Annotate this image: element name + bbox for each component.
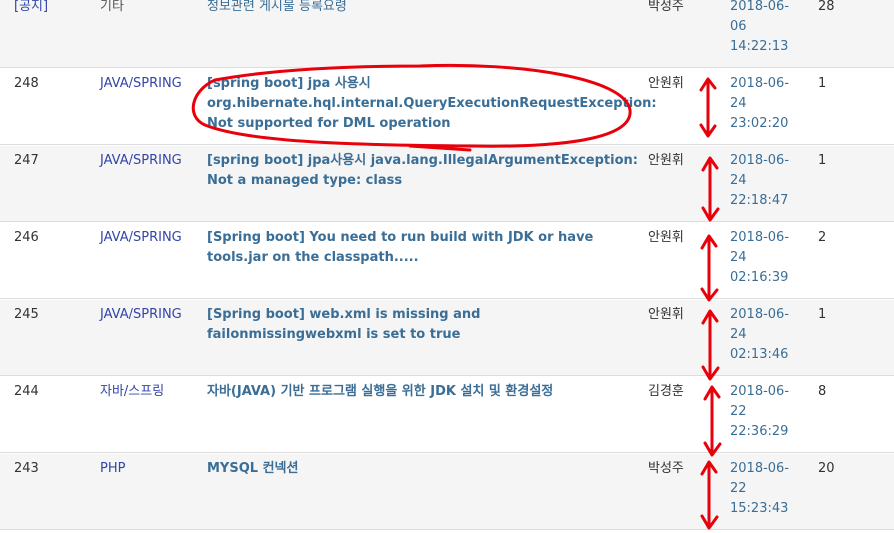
post-author: 안원휘 — [648, 76, 684, 91]
table-row: 247 JAVA/SPRING [spring boot] jpa사용시 jav… — [0, 146, 894, 222]
post-title-link[interactable]: [Spring boot] You need to run build with… — [207, 228, 639, 268]
post-category-link[interactable]: JAVA/SPRING — [100, 74, 182, 94]
post-category-link[interactable]: 기타 — [100, 0, 124, 17]
post-number: [공지] — [14, 0, 49, 14]
post-date: 2018-06- 24 23:02:20 — [730, 76, 790, 131]
post-number: 244 — [14, 384, 39, 399]
post-hits: 8 — [818, 384, 827, 399]
table-row: 248 JAVA/SPRING [spring boot] jpa 사용시 or… — [0, 69, 894, 145]
post-hits: 2 — [818, 230, 827, 245]
post-number: 247 — [14, 153, 39, 168]
post-date: 2018-06- 24 02:16:39 — [730, 230, 790, 285]
post-hits: 1 — [818, 76, 827, 91]
post-date: 2018-06- 06 14:22:13 — [730, 0, 790, 54]
post-number: 246 — [14, 230, 39, 245]
table-row: 246 JAVA/SPRING [Spring boot] You need t… — [0, 223, 894, 299]
post-title-link[interactable]: 정보관련 게시물 등록요령 — [207, 0, 639, 17]
table-row: 243 PHP MYSQL 컨넥션 박성주 2018-06- 22 15:23:43… — [0, 454, 894, 530]
post-author: 안원휘 — [648, 307, 684, 322]
post-title-link[interactable]: [spring boot] jpa사용시 java.lang.IllegalAr… — [207, 151, 639, 191]
post-number: 243 — [14, 461, 39, 476]
post-hits: 1 — [818, 153, 827, 168]
post-hits: 1 — [818, 307, 827, 322]
post-date: 2018-06- 24 22:18:47 — [730, 153, 790, 208]
post-category-link[interactable]: JAVA/SPRING — [100, 228, 182, 248]
post-title-link[interactable]: [Spring boot] web.xml is missing and fai… — [207, 305, 639, 345]
post-author: 박성주 — [648, 461, 684, 476]
post-category-link[interactable]: JAVA/SPRING — [100, 151, 182, 171]
post-category-link[interactable]: JAVA/SPRING — [100, 305, 182, 325]
table-row: [공지] 기타 정보관련 게시물 등록요령 박성주 2018-06- 06 14:2… — [0, 0, 894, 68]
post-author: 김경훈 — [648, 384, 684, 399]
post-date: 2018-06- 24 02:13:46 — [730, 307, 790, 362]
post-title-link[interactable]: MYSQL 컨넥션 — [207, 459, 639, 479]
post-date: 2018-06- 22 15:23:43 — [730, 461, 790, 516]
post-category-link[interactable]: 자바/스프링 — [100, 382, 164, 402]
post-author: 안원휘 — [648, 230, 684, 245]
post-category-link[interactable]: PHP — [100, 459, 125, 479]
table-row: 245 JAVA/SPRING [Spring boot] web.xml is… — [0, 300, 894, 376]
table-row: 244 자바/스프링 자바(JAVA) 기반 프로그램 실행을 위한 JDK 설… — [0, 377, 894, 453]
post-number: 245 — [14, 307, 39, 322]
post-hits: 28 — [818, 0, 835, 14]
post-author: 박성주 — [648, 0, 684, 14]
post-title-link[interactable]: 자바(JAVA) 기반 프로그램 실행을 위한 JDK 설치 및 환경설정 — [207, 382, 639, 402]
post-number: 248 — [14, 76, 39, 91]
post-date: 2018-06- 22 22:36:29 — [730, 384, 790, 439]
post-author: 안원휘 — [648, 153, 684, 168]
post-hits: 20 — [818, 461, 835, 476]
post-title-link[interactable]: [spring boot] jpa 사용시 org.hibernate.hql.… — [207, 74, 657, 134]
